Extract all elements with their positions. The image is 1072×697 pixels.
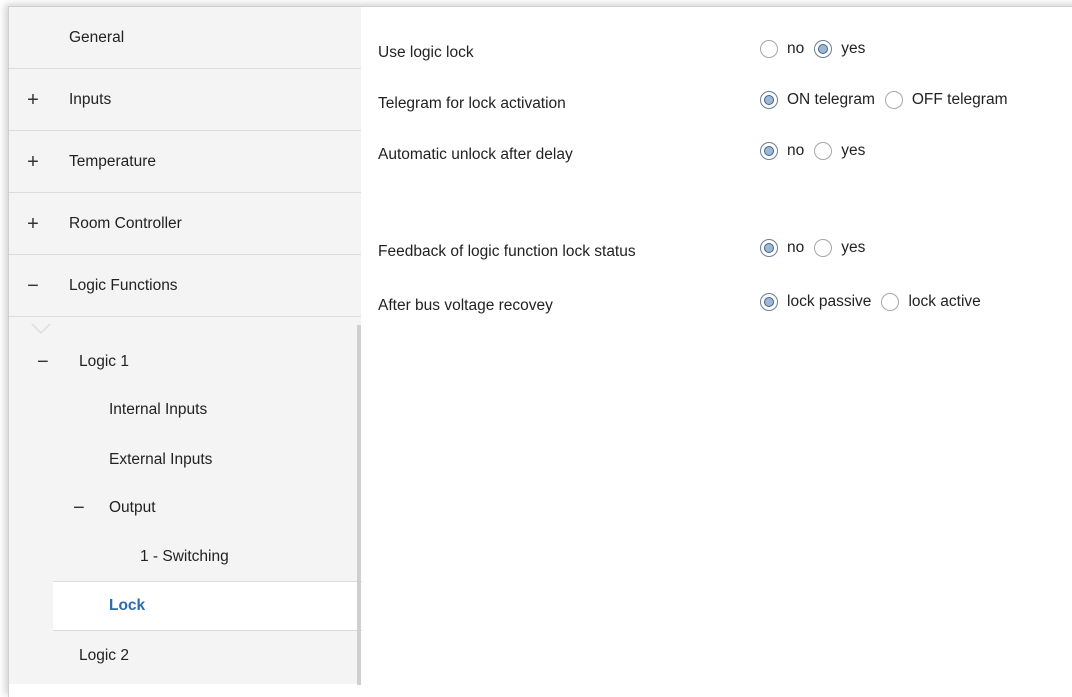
sidebar: General + Inputs + Temperature + Room Co… [9, 7, 369, 685]
collapse-minus-icon[interactable]: − [73, 498, 85, 518]
sidebar-item-label: 1 - Switching [140, 548, 229, 565]
sidebar-item-label: Internal Inputs [109, 401, 208, 418]
sidebar-item-internal-inputs[interactable]: Internal Inputs [9, 387, 357, 433]
radio-option-lock-active[interactable]: lock active [881, 293, 981, 311]
sidebar-item-logic-2[interactable]: Logic 2 [9, 633, 357, 679]
param-row-telegram-lock-activation: Telegram for lock activation ON telegram… [362, 91, 1072, 125]
radio-label: no [787, 142, 805, 159]
radio-button[interactable] [884, 91, 903, 109]
sidebar-item-logic-1[interactable]: − Logic 1 [9, 339, 357, 385]
sidebar-item-external-inputs[interactable]: External Inputs [9, 437, 357, 483]
sidebar-item-logic-functions[interactable]: − Logic Functions [9, 255, 361, 317]
param-label: Use logic lock [378, 44, 474, 61]
expand-plus-icon[interactable]: + [26, 90, 40, 110]
radio-option-lock-passive[interactable]: lock passive [760, 293, 871, 311]
sidebar-item-label: Logic 2 [79, 647, 129, 664]
param-label: After bus voltage recovey [378, 297, 553, 314]
collapse-minus-icon[interactable]: − [37, 352, 49, 372]
radio-label: yes [841, 40, 866, 57]
parameter-panel: Use logic lock no yes Telegram for lock … [362, 7, 1072, 684]
sidebar-item-label: Logic 1 [79, 353, 129, 370]
sidebar-item-1-switching[interactable]: 1 - Switching [9, 534, 357, 580]
sidebar-item-room-controller[interactable]: + Room Controller [9, 193, 361, 255]
param-row-use-logic-lock: Use logic lock no yes [362, 40, 1072, 74]
radio-label: yes [841, 142, 866, 159]
radio-label: no [787, 239, 805, 256]
collapse-minus-icon[interactable]: − [26, 276, 40, 296]
sidebar-item-label: Temperature [69, 152, 157, 170]
sidebar-item-lock[interactable]: Lock [53, 581, 369, 631]
sidebar-item-label: Lock [109, 597, 146, 614]
radio-option-off-telegram[interactable]: OFF telegram [884, 91, 1008, 109]
sidebar-item-label: Room Controller [69, 214, 182, 232]
radio-label: OFF telegram [911, 91, 1008, 108]
expand-plus-icon[interactable]: + [26, 152, 40, 172]
radio-button-selected[interactable] [760, 91, 778, 109]
radio-button-selected[interactable] [760, 293, 778, 311]
sidebar-item-output[interactable]: − Output [9, 485, 357, 531]
radio-label: no [787, 40, 805, 57]
radio-button[interactable] [760, 40, 778, 58]
radio-button[interactable] [814, 239, 833, 257]
radio-option-no[interactable]: no [760, 142, 804, 160]
radio-label: lock active [908, 293, 981, 310]
radio-option-no[interactable]: no [760, 40, 804, 58]
sidebar-item-general[interactable]: General [9, 7, 361, 69]
sidebar-item-inputs[interactable]: + Inputs [9, 69, 361, 131]
param-label: Telegram for lock activation [378, 95, 566, 112]
radio-option-yes[interactable]: yes [814, 40, 865, 58]
radio-button[interactable] [881, 293, 900, 311]
radio-option-yes[interactable]: yes [814, 239, 865, 257]
radio-button-selected[interactable] [814, 40, 833, 58]
radio-button-selected[interactable] [760, 142, 778, 160]
sidebar-item-label: Logic Functions [69, 276, 178, 294]
param-row-feedback-lock-status: Feedback of logic function lock status n… [362, 239, 1072, 273]
param-row-automatic-unlock: Automatic unlock after delay no yes [362, 142, 1072, 176]
sidebar-item-label: Inputs [69, 90, 112, 108]
sidebar-item-label: External Inputs [109, 451, 213, 468]
radio-label: yes [841, 239, 866, 256]
sidebar-item-temperature[interactable]: + Temperature [9, 131, 361, 193]
param-row-after-bus-voltage: After bus voltage recovey lock passive l… [362, 293, 1072, 327]
radio-option-no[interactable]: no [760, 239, 804, 257]
radio-option-on-telegram[interactable]: ON telegram [760, 91, 875, 109]
radio-button[interactable] [814, 142, 833, 160]
radio-button-selected[interactable] [760, 239, 778, 257]
param-label: Feedback of logic function lock status [378, 243, 636, 260]
param-label: Automatic unlock after delay [378, 146, 573, 163]
sidebar-item-label: Output [109, 499, 156, 516]
sidebar-item-label: General [69, 28, 125, 46]
radio-label: lock passive [787, 293, 872, 310]
tree-scroll-divider [357, 325, 361, 685]
radio-label: ON telegram [787, 91, 875, 108]
selection-notch-inner [32, 323, 50, 332]
radio-option-yes[interactable]: yes [814, 142, 865, 160]
expand-plus-icon[interactable]: + [26, 214, 40, 234]
